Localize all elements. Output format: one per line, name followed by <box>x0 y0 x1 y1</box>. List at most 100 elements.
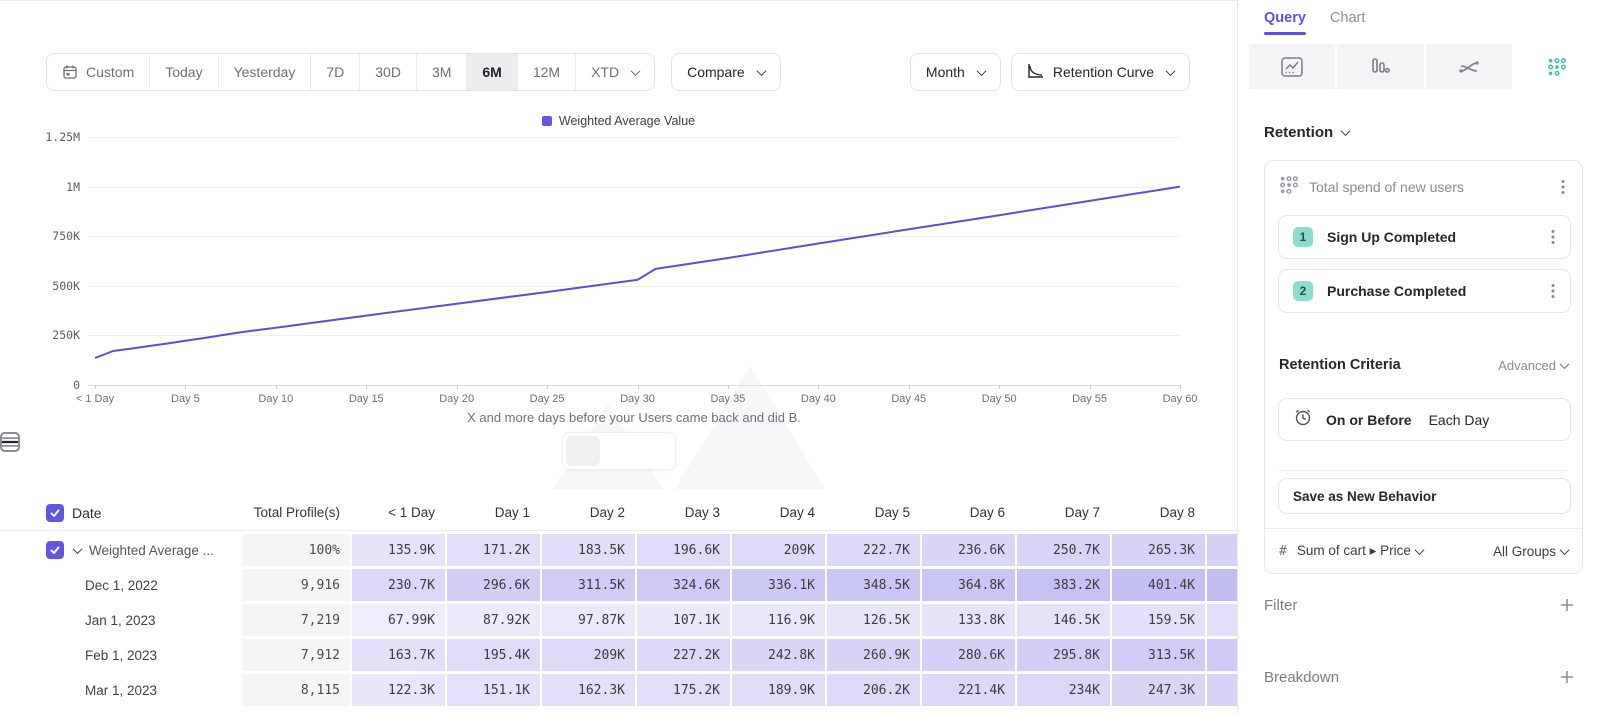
chart-type-button[interactable]: Retention Curve <box>1011 53 1190 91</box>
retention-value-cell[interactable]: 296.6K <box>447 569 540 601</box>
report-tab-insights[interactable] <box>1249 44 1335 89</box>
range-7d[interactable]: 7D <box>310 54 359 90</box>
retention-value-cell[interactable]: 236.6K <box>922 534 1015 566</box>
retention-value-cell[interactable]: 133.8K <box>922 604 1015 636</box>
retention-value-cell[interactable]: 313.5K <box>1112 639 1205 671</box>
range-label: 30D <box>375 64 401 80</box>
chart-only-view-button[interactable] <box>638 436 672 466</box>
retention-value-cell[interactable]: 230.7K <box>352 569 445 601</box>
retention-value-cell[interactable]: 126.5K <box>827 604 920 636</box>
retention-section-label: Retention <box>1264 124 1333 141</box>
retention-section-toggle[interactable]: Retention <box>1264 124 1349 141</box>
retention-value-cell[interactable]: 175.2K <box>637 674 730 706</box>
event-row[interactable]: 2Purchase Completed <box>1278 269 1571 313</box>
range-xtd[interactable]: XTD <box>575 54 654 90</box>
retention-chart: Weighted Average Value 0250K500K750K1M1.… <box>0 104 1237 484</box>
range-3m[interactable]: 3M <box>416 54 466 90</box>
retention-value-cell[interactable]: 336.1K <box>732 569 825 601</box>
retention-value-cell[interactable]: 265.3K <box>1112 534 1205 566</box>
insights-icon <box>1281 57 1303 77</box>
measure-dropdown[interactable]: Sum of cart ▸ Price <box>1297 543 1423 559</box>
add-filter-button[interactable] <box>1556 594 1578 616</box>
range-label: 7D <box>326 64 344 80</box>
range-30d[interactable]: 30D <box>359 54 416 90</box>
checkbox-checked[interactable] <box>46 504 64 522</box>
groups-dropdown[interactable]: All Groups <box>1493 544 1568 559</box>
chevron-down-icon <box>1560 359 1570 369</box>
retention-value-cell[interactable]: 116.9K <box>732 604 825 636</box>
retention-value-cell[interactable]: 295.8K <box>1017 639 1110 671</box>
retention-value-cell[interactable]: 247.3K <box>1112 674 1205 706</box>
retention-value-cell[interactable]: 234K <box>1017 674 1110 706</box>
cohort-label: Mar 1, 2023 <box>85 683 157 698</box>
retention-value-cell[interactable]: 280.6K <box>922 639 1015 671</box>
retention-value-cell[interactable]: 209K <box>732 534 825 566</box>
retention-value-cell[interactable]: 196.6K <box>637 534 730 566</box>
table-header-row: DateTotal Profile(s)< 1 DayDay 1Day 2Day… <box>0 495 1237 531</box>
retention-value-cell[interactable]: 260.9K <box>827 639 920 671</box>
table-only-view-button[interactable] <box>602 436 636 466</box>
retention-value-cell[interactable]: 122.3K <box>352 674 445 706</box>
retention-value-cell[interactable]: 151.1K <box>447 674 540 706</box>
compare-button[interactable]: Compare <box>671 53 781 91</box>
retention-value-cell[interactable]: 311.5K <box>542 569 635 601</box>
retention-value-cell[interactable]: 163.7K <box>352 639 445 671</box>
funnels-icon <box>1370 57 1390 77</box>
retention-value-cell[interactable]: 383.2K <box>1017 569 1110 601</box>
retention-value-cell[interactable]: 221.4K <box>922 674 1015 706</box>
event-row[interactable]: 1Sign Up Completed <box>1278 215 1571 259</box>
range-yesterday[interactable]: Yesterday <box>218 54 311 90</box>
retention-value-cell[interactable]: 250.7K <box>1017 534 1110 566</box>
kebab-menu-icon[interactable] <box>1544 280 1562 302</box>
retention-value-cell[interactable]: 364.8K <box>922 569 1015 601</box>
kebab-menu-icon[interactable] <box>1544 226 1562 248</box>
range-today[interactable]: Today <box>149 54 217 90</box>
retention-value-cell[interactable]: 159.5K <box>1112 604 1205 636</box>
line-chart-svg <box>0 104 1237 484</box>
retention-value-cell[interactable]: 348.5K <box>827 569 920 601</box>
range-custom[interactable]: Custom <box>47 54 149 90</box>
retention-value-cell[interactable]: 222.7K <box>827 534 920 566</box>
advanced-dropdown[interactable]: Advanced <box>1498 358 1568 373</box>
cohort-label[interactable]: Weighted Average ... <box>89 543 214 558</box>
retention-table: DateTotal Profile(s)< 1 DayDay 1Day 2Day… <box>0 495 1237 709</box>
checkbox-checked[interactable] <box>46 541 64 559</box>
column-header-day-4: Day 4 <box>732 505 825 520</box>
tab-chart[interactable]: Chart <box>1330 10 1365 35</box>
retention-value-cell[interactable]: 171.2K <box>447 534 540 566</box>
report-tab-flows[interactable] <box>1426 44 1512 89</box>
retention-value-cell[interactable]: 107.1K <box>637 604 730 636</box>
save-behavior-label: Save as New Behavior <box>1293 489 1436 504</box>
retention-value-cell[interactable]: 67.99K <box>352 604 445 636</box>
granularity-button[interactable]: Month <box>910 53 1001 91</box>
retention-value-cell[interactable]: 242.8K <box>732 639 825 671</box>
retention-value-cell[interactable]: 97.87K <box>542 604 635 636</box>
retention-value-cell[interactable]: 324.6K <box>637 569 730 601</box>
add-breakdown-button[interactable] <box>1556 666 1578 688</box>
retention-value-cell[interactable]: 183.5K <box>542 534 635 566</box>
range-label: Yesterday <box>234 64 296 80</box>
criteria-row[interactable]: On or Before Each Day <box>1278 398 1571 441</box>
retention-value-cell[interactable]: 401.4K <box>1112 569 1205 601</box>
retention-value-cell[interactable]: 146.5K <box>1017 604 1110 636</box>
retention-value-cell[interactable]: 87.92K <box>447 604 540 636</box>
retention-value-cell[interactable]: 195.4K <box>447 639 540 671</box>
range-label: Custom <box>86 64 134 80</box>
retention-value-cell[interactable]: 162.3K <box>542 674 635 706</box>
retention-value-cell[interactable]: 209K <box>542 639 635 671</box>
advanced-label: Advanced <box>1498 358 1556 373</box>
range-12m[interactable]: 12M <box>517 54 575 90</box>
save-as-new-behavior-button[interactable]: Save as New Behavior <box>1278 478 1571 514</box>
report-tab-retention[interactable] <box>1514 44 1600 89</box>
retention-value-cell[interactable]: 135.9K <box>352 534 445 566</box>
split-view-button[interactable] <box>566 436 600 466</box>
tab-query[interactable]: Query <box>1264 10 1306 35</box>
retention-value-cell[interactable]: 189.9K <box>732 674 825 706</box>
alarm-clock-icon <box>1293 407 1313 432</box>
retention-value-cell[interactable]: 227.2K <box>637 639 730 671</box>
table-row: Jan 1, 20237,21967.99K87.92K97.87K107.1K… <box>0 604 1237 636</box>
report-tab-funnels[interactable] <box>1337 44 1423 89</box>
kebab-menu-icon[interactable] <box>1554 176 1572 198</box>
retention-value-cell[interactable]: 206.2K <box>827 674 920 706</box>
range-6m[interactable]: 6M <box>466 54 516 90</box>
